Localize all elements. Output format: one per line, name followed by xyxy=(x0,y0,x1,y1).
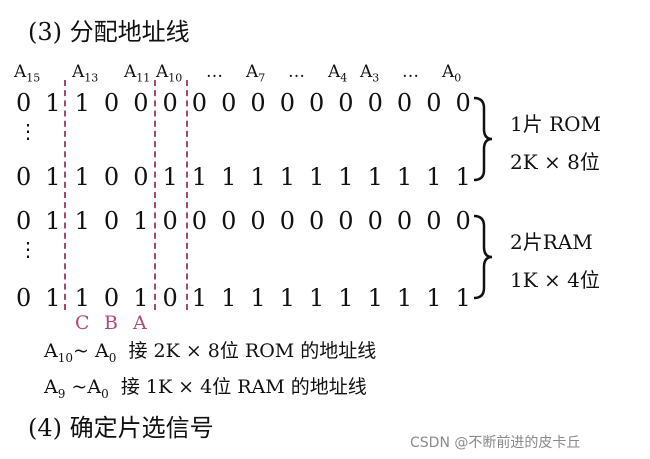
bit-cell: 0 xyxy=(16,163,32,191)
bit-cell: 1 xyxy=(367,163,383,191)
bit-cell: 1 xyxy=(338,163,354,191)
bit-cell: 1 xyxy=(45,163,61,191)
bit-cell: 0 xyxy=(426,207,442,235)
bit-cell: 0 xyxy=(367,89,383,117)
bit-cell: 0 xyxy=(162,89,178,117)
address-label-a3: A3 xyxy=(360,62,380,85)
dashed-line-a13 xyxy=(64,80,66,310)
bit-cell: 1 xyxy=(74,207,90,235)
address-label-a0: A0 xyxy=(442,62,462,85)
bit-cell: 0 xyxy=(396,207,413,235)
address-ellipsis-1: … xyxy=(206,62,223,82)
bit-cell: 0 xyxy=(309,89,325,117)
bit-cell: 0 xyxy=(191,89,208,117)
bit-cell: 1 xyxy=(426,163,442,191)
bit-cell: 0 xyxy=(250,207,266,235)
bit-cell: 1 xyxy=(221,284,237,312)
bit-cell: 0 xyxy=(103,207,120,235)
bit-cell: 1 xyxy=(309,284,325,312)
bit-cell: 1 xyxy=(250,284,266,312)
address-ellipsis-3: … xyxy=(402,62,419,82)
watermark-text: CSDN @不断前进的皮卡丘 xyxy=(410,435,581,451)
note-ram-address-lines: A9 ~A0 接 1K × 4位 RAM 的地址线 xyxy=(44,376,367,401)
label-b: B xyxy=(104,312,118,334)
bit-cell: 0 xyxy=(426,89,442,117)
bit-cell: 0 xyxy=(455,89,471,117)
bit-cell: 1 xyxy=(455,284,471,312)
bit-cell: 1 xyxy=(455,163,471,191)
bit-cell: 1 xyxy=(191,163,208,191)
bit-cell: 0 xyxy=(221,89,237,117)
bit-cell: 1 xyxy=(74,163,90,191)
bit-cell: 0 xyxy=(191,207,208,235)
bit-cell: 0 xyxy=(16,284,32,312)
address-label-a13: A13 xyxy=(72,62,99,85)
bit-cell: 1 xyxy=(45,284,61,312)
bit-cell: 1 xyxy=(133,207,149,235)
bit-cell: 1 xyxy=(426,284,442,312)
ram-group-line2: 1K × 4位 xyxy=(510,268,600,292)
rom-brace-icon xyxy=(473,96,493,182)
bit-cell: 0 xyxy=(103,284,120,312)
bit-cell: 0 xyxy=(16,207,32,235)
rom-group-line2: 2K × 8位 xyxy=(510,150,600,174)
bit-cell: 1 xyxy=(45,207,61,235)
address-label-a7: A7 xyxy=(246,62,266,85)
bit-cell: 0 xyxy=(103,89,120,117)
bit-cell: 0 xyxy=(309,207,325,235)
label-a: A xyxy=(133,312,147,334)
bit-cell: 0 xyxy=(16,89,32,117)
address-ellipsis-2: … xyxy=(288,62,305,82)
rom-group-line1: 1片 ROM xyxy=(510,112,602,136)
section-heading-3: (3) 分配地址线 xyxy=(28,18,190,46)
bit-cell: 1 xyxy=(45,89,61,117)
bit-cell: 1 xyxy=(396,163,413,191)
bit-cell: 0 xyxy=(367,207,383,235)
bit-cell: 0 xyxy=(162,284,178,312)
dashed-line-a11 xyxy=(154,80,156,310)
bit-cell: 0 xyxy=(250,89,266,117)
bit-cell: 0 xyxy=(396,89,413,117)
vertical-ellipsis-ram: ⋮ xyxy=(18,237,38,261)
dashed-line-a10 xyxy=(186,80,188,310)
vertical-ellipsis-rom: ⋮ xyxy=(18,119,38,143)
bit-cell: 0 xyxy=(133,89,149,117)
bit-cell: 0 xyxy=(162,207,178,235)
bit-cell: 1 xyxy=(279,163,295,191)
bit-cell: 0 xyxy=(455,207,471,235)
address-label-a10: A10 xyxy=(156,62,183,85)
section-heading-4: (4) 确定片选信号 xyxy=(28,414,214,442)
bit-cell: 1 xyxy=(338,284,354,312)
bit-cell: 1 xyxy=(309,163,325,191)
note-rom-address-lines: A10~ A0 接 2K × 8位 ROM 的地址线 xyxy=(44,340,377,365)
address-label-a11: A11 xyxy=(124,62,151,85)
ram-group-line1: 2片RAM xyxy=(510,230,593,254)
bit-cell: 0 xyxy=(279,89,295,117)
bit-cell: 1 xyxy=(162,163,178,191)
ram-brace-icon xyxy=(473,214,493,300)
bit-cell: 1 xyxy=(396,284,413,312)
bit-cell: 1 xyxy=(74,284,90,312)
bit-cell: 1 xyxy=(191,284,208,312)
bit-cell: 1 xyxy=(279,284,295,312)
bit-cell: 1 xyxy=(74,89,90,117)
bit-cell: 1 xyxy=(221,163,237,191)
bit-cell: 0 xyxy=(338,207,354,235)
bit-cell: 1 xyxy=(367,284,383,312)
bit-cell: 0 xyxy=(133,163,149,191)
bit-cell: 0 xyxy=(279,207,295,235)
bit-cell: 0 xyxy=(221,207,237,235)
address-label-a4: A4 xyxy=(328,62,348,85)
address-label-a15: A15 xyxy=(14,62,41,85)
bit-cell: 1 xyxy=(250,163,266,191)
bit-cell: 1 xyxy=(133,284,149,312)
label-c: C xyxy=(75,312,90,334)
bit-cell: 0 xyxy=(338,89,354,117)
bit-cell: 0 xyxy=(103,163,120,191)
